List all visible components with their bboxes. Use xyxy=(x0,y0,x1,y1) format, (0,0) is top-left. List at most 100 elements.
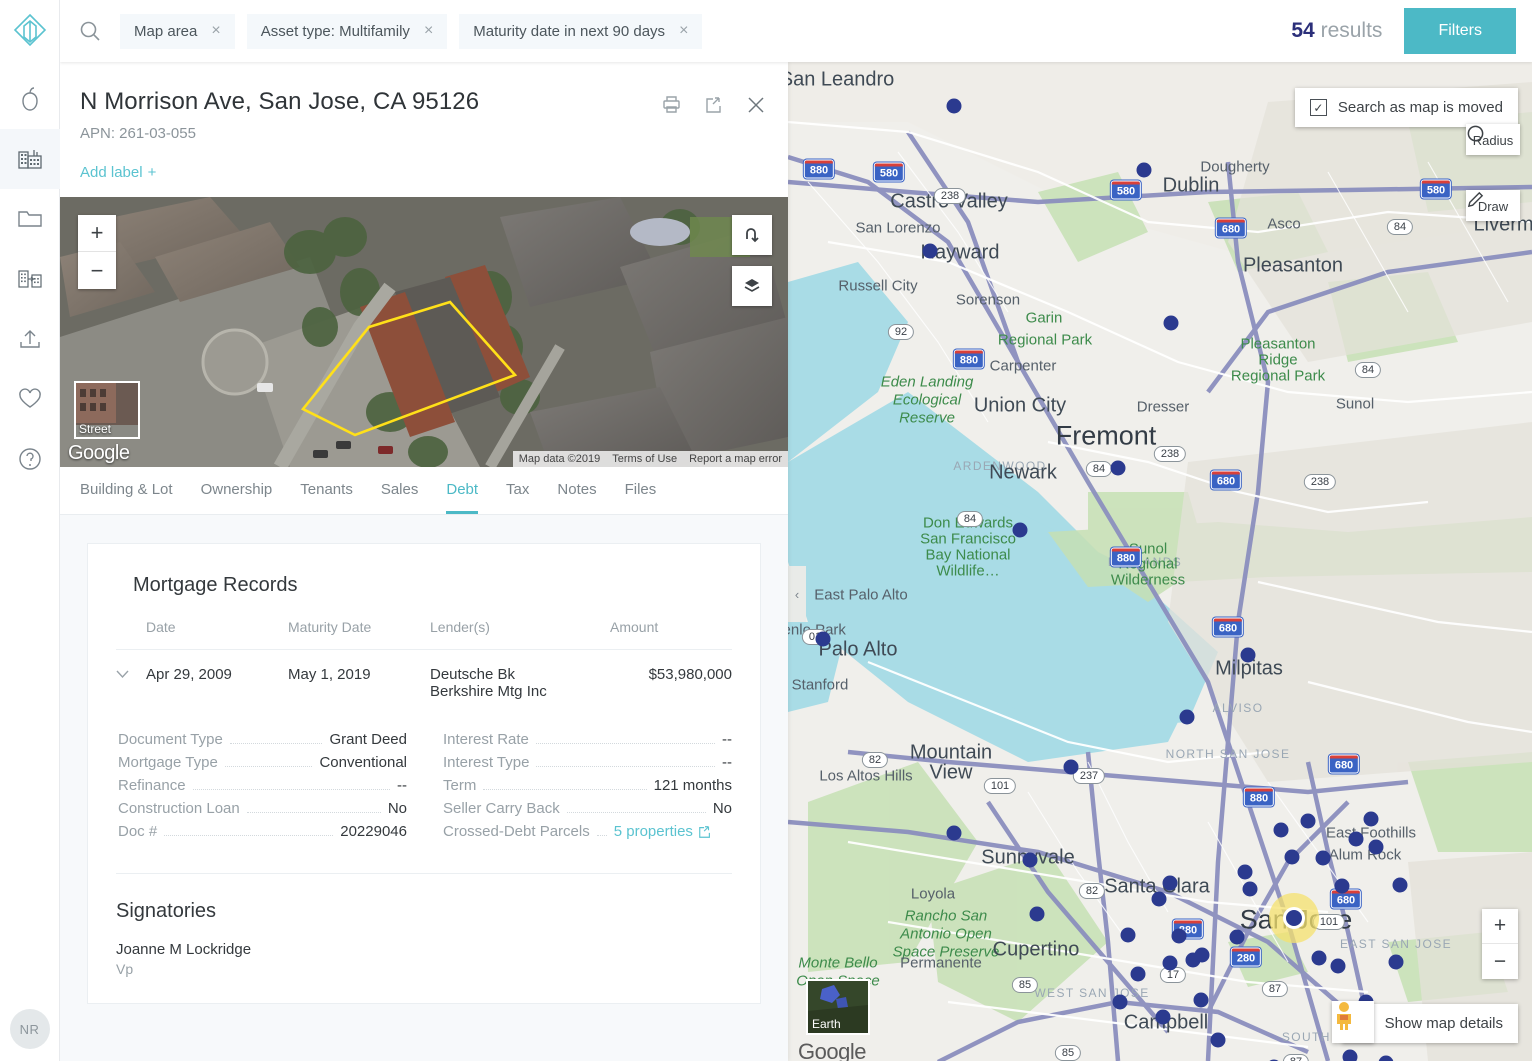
draw-tool-button[interactable]: Draw xyxy=(1466,190,1520,221)
map-pin[interactable] xyxy=(1171,928,1187,944)
map-pin[interactable] xyxy=(1112,994,1128,1010)
map-zoom-out-button[interactable]: − xyxy=(1482,944,1518,979)
map-pin[interactable] xyxy=(1284,849,1300,865)
map-pin[interactable] xyxy=(1179,709,1195,725)
aerial-zoom-out-button[interactable]: − xyxy=(78,252,116,289)
map-pin[interactable] xyxy=(1155,1009,1171,1025)
map-pin[interactable] xyxy=(1242,881,1258,897)
map-pin[interactable] xyxy=(1029,906,1045,922)
layers-icon[interactable] xyxy=(732,266,772,306)
route-marker-icon: 238 xyxy=(933,188,967,204)
tab-building-lot[interactable]: Building & Lot xyxy=(80,467,173,514)
map-pin[interactable] xyxy=(1136,162,1152,178)
radius-tool-button[interactable]: Radius xyxy=(1466,124,1520,155)
tab-files[interactable]: Files xyxy=(625,467,657,514)
tab-tax[interactable]: Tax xyxy=(506,467,529,514)
filter-chip-asset-type[interactable]: Asset type: Multifamily × xyxy=(246,13,448,49)
map-pin[interactable] xyxy=(1120,927,1136,943)
expand-chevron-icon[interactable] xyxy=(116,650,146,701)
map-pin[interactable] xyxy=(1210,1032,1226,1048)
rotate-icon[interactable] xyxy=(732,215,772,255)
map-pin[interactable] xyxy=(1162,955,1178,971)
avatar[interactable]: NR xyxy=(9,1009,50,1049)
map-pin[interactable] xyxy=(1130,966,1146,982)
search-as-map-moved-toggle[interactable]: ✓ Search as map is moved xyxy=(1294,88,1518,127)
aerial-map-preview[interactable]: + − Street Google Map data ©2019 Terms o… xyxy=(60,197,788,467)
field-value: Conventional xyxy=(319,754,407,771)
map-pin[interactable] xyxy=(1330,958,1346,974)
dot-leader xyxy=(536,766,715,767)
sidebar-item-properties[interactable] xyxy=(0,129,60,189)
print-icon[interactable] xyxy=(661,94,682,115)
map-pin[interactable] xyxy=(1273,822,1289,838)
open-external-icon[interactable] xyxy=(704,95,724,115)
building-icon xyxy=(17,150,42,169)
map-pin[interactable] xyxy=(1193,992,1209,1008)
add-label-button[interactable]: Add label + xyxy=(80,164,156,181)
map-pin[interactable] xyxy=(1342,1049,1358,1061)
map-pin[interactable] xyxy=(1012,522,1028,538)
map-pin[interactable] xyxy=(815,631,831,647)
map-pin[interactable] xyxy=(1237,864,1253,880)
attrib-report[interactable]: Report a map error xyxy=(689,453,782,465)
attrib-terms[interactable]: Terms of Use xyxy=(612,453,677,465)
close-icon[interactable]: × xyxy=(679,23,688,39)
tab-ownership[interactable]: Ownership xyxy=(201,467,273,514)
sidebar-item-help[interactable] xyxy=(0,429,60,489)
close-icon[interactable]: × xyxy=(211,23,220,39)
table-row[interactable]: Apr 29, 2009 May 1, 2019 Deutsche Bk Ber… xyxy=(116,650,732,701)
map-pin[interactable] xyxy=(946,98,962,114)
sidebar-item-folders[interactable] xyxy=(0,189,60,249)
map-pin[interactable] xyxy=(1315,850,1331,866)
cell-lenders: Deutsche Bk Berkshire Mtg Inc xyxy=(430,650,610,700)
map-pin[interactable] xyxy=(1194,947,1210,963)
map-pin[interactable] xyxy=(1334,878,1350,894)
cell-maturity-date: May 1, 2019 xyxy=(288,666,371,683)
map-pin[interactable] xyxy=(1240,647,1256,663)
map-pin[interactable] xyxy=(1392,877,1408,893)
search-icon[interactable] xyxy=(78,19,102,43)
map-pin[interactable] xyxy=(946,825,962,841)
sidebar-item-favorites[interactable] xyxy=(0,369,60,429)
map-pin[interactable] xyxy=(1368,839,1384,855)
pegman-icon[interactable] xyxy=(1332,1001,1374,1043)
earth-view-thumbnail[interactable]: Earth xyxy=(806,979,870,1035)
map-pin[interactable] xyxy=(1163,315,1179,331)
map-pin[interactable] xyxy=(1348,831,1364,847)
highway-shield-icon: 580 xyxy=(1110,180,1142,200)
filter-chip-maturity-date[interactable]: Maturity date in next 90 days × xyxy=(459,13,703,49)
tab-tenants[interactable]: Tenants xyxy=(300,467,353,514)
tab-debt[interactable]: Debt xyxy=(446,467,479,514)
close-icon[interactable] xyxy=(746,95,766,115)
tab-sales[interactable]: Sales xyxy=(381,467,419,514)
aerial-zoom-in-button[interactable]: + xyxy=(78,215,116,252)
field-label: Term xyxy=(443,777,477,794)
map-pin[interactable] xyxy=(1063,759,1079,775)
street-view-thumbnail[interactable]: Street xyxy=(74,381,140,439)
app-logo-icon[interactable] xyxy=(11,12,49,55)
map-pin[interactable] xyxy=(1363,811,1379,827)
map-collapse-button[interactable]: ‹ xyxy=(788,566,806,622)
folder-icon xyxy=(17,211,42,227)
crossed-debt-parcels-link[interactable]: 5 properties xyxy=(614,823,712,840)
map-pin[interactable] xyxy=(1110,460,1126,476)
results-number: 54 xyxy=(1291,19,1315,42)
filters-button[interactable]: Filters xyxy=(1404,8,1516,54)
sidebar-item-insights[interactable] xyxy=(0,69,60,129)
close-icon[interactable]: × xyxy=(424,23,433,39)
map-pin[interactable] xyxy=(1151,891,1167,907)
filter-chip-map-area[interactable]: Map area × xyxy=(120,13,235,49)
map-pin[interactable] xyxy=(1311,950,1327,966)
map-zoom-in-button[interactable]: + xyxy=(1482,909,1518,944)
map-pin[interactable] xyxy=(1162,875,1178,891)
map-pin[interactable] xyxy=(1022,852,1038,868)
map-pin[interactable] xyxy=(1229,929,1245,945)
map-pin[interactable] xyxy=(1300,813,1316,829)
sidebar-item-comps[interactable] xyxy=(0,249,60,309)
map-pin-selected[interactable] xyxy=(1283,907,1305,929)
map-pin[interactable] xyxy=(1388,954,1404,970)
map-pin[interactable] xyxy=(922,243,938,259)
tab-notes[interactable]: Notes xyxy=(557,467,596,514)
results-map[interactable]: San Leandro Castro Valley San Lorenzo Haywa… xyxy=(788,62,1532,1061)
sidebar-item-upload[interactable] xyxy=(0,309,60,369)
